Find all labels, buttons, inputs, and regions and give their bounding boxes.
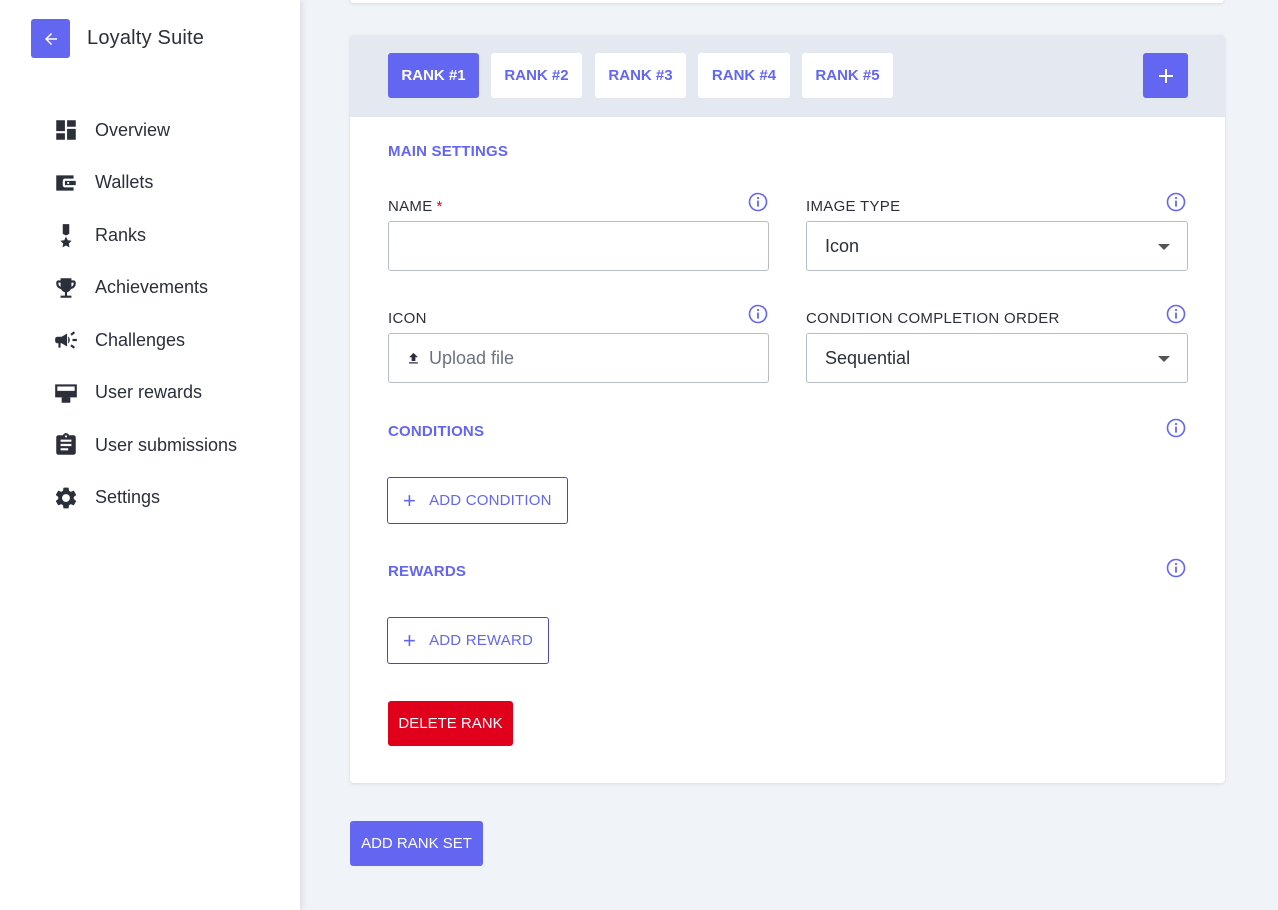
rank-set-card: RANK #1 RANK #2 RANK #3 RANK #4 RANK #5 … xyxy=(350,35,1225,783)
sidebar-item-settings[interactable]: Settings xyxy=(52,472,237,525)
card-giftcard-icon xyxy=(52,379,80,407)
sidebar-item-user-rewards[interactable]: User rewards xyxy=(52,367,237,420)
info-icon[interactable] xyxy=(1166,192,1186,212)
sidebar-item-wallets[interactable]: Wallets xyxy=(52,157,237,210)
delete-rank-button[interactable]: DELETE RANK xyxy=(388,701,513,746)
rewards-title: REWARDS xyxy=(388,563,467,580)
trophy-icon xyxy=(52,274,80,302)
upload-text: Upload file xyxy=(429,347,515,368)
sidebar-item-ranks[interactable]: Ranks xyxy=(52,209,237,262)
info-icon[interactable] xyxy=(748,304,768,324)
sidebar-item-label: Challenges xyxy=(95,329,186,350)
info-icon[interactable] xyxy=(1166,304,1186,324)
image-type-value: Icon xyxy=(825,235,860,256)
sidebar-item-label: Wallets xyxy=(95,172,154,193)
brand: Loyalty Suite xyxy=(31,19,204,58)
plus-icon: + xyxy=(403,487,417,513)
completion-order-select[interactable]: Sequential xyxy=(806,333,1188,383)
clipboard-icon xyxy=(52,431,80,459)
name-input[interactable] xyxy=(388,221,769,271)
medal-icon xyxy=(52,221,80,249)
tab-rank-5[interactable]: RANK #5 xyxy=(802,53,893,98)
add-reward-label: ADD REWARD xyxy=(429,632,534,649)
megaphone-icon xyxy=(52,326,80,354)
back-button[interactable] xyxy=(31,19,70,58)
main-settings-title: MAIN SETTINGS xyxy=(388,143,509,160)
conditions-title: CONDITIONS xyxy=(388,423,485,440)
info-icon[interactable] xyxy=(1166,418,1186,438)
name-label-text: NAME xyxy=(388,198,433,215)
dashboard-icon xyxy=(52,116,80,144)
sidebar-item-user-submissions[interactable]: User submissions xyxy=(52,419,237,472)
arrow-left-icon xyxy=(44,32,57,45)
sidebar-item-challenges[interactable]: Challenges xyxy=(52,314,237,367)
tab-rank-2[interactable]: RANK #2 xyxy=(491,53,582,98)
plus-icon: + xyxy=(403,627,417,653)
plus-icon xyxy=(1158,68,1173,83)
wallet-icon xyxy=(52,169,80,197)
icon-label: ICON xyxy=(388,310,427,327)
rank-tab-bar: RANK #1 RANK #2 RANK #3 RANK #4 RANK #5 xyxy=(350,35,1225,117)
add-reward-button[interactable]: + ADD REWARD xyxy=(387,617,550,664)
sidebar-item-label: Achievements xyxy=(95,277,209,298)
add-condition-button[interactable]: + ADD CONDITION xyxy=(387,477,568,524)
sidebar-item-label: User submissions xyxy=(95,434,238,455)
info-icon[interactable] xyxy=(1166,558,1186,578)
add-rank-tab-button[interactable] xyxy=(1143,53,1188,98)
required-mark: * xyxy=(436,198,443,215)
add-rank-set-button[interactable]: ADD RANK SET xyxy=(350,821,483,866)
tab-rank-1[interactable]: RANK #1 xyxy=(388,53,479,98)
sidebar-item-label: Settings xyxy=(95,487,161,508)
completion-order-label: CONDITION COMPLETION ORDER xyxy=(806,310,1060,327)
tab-rank-4[interactable]: RANK #4 xyxy=(698,53,790,98)
add-condition-label: ADD CONDITION xyxy=(429,492,552,509)
sidebar-item-label: User rewards xyxy=(95,382,203,403)
sidebar-item-label: Ranks xyxy=(95,224,147,245)
completion-order-value: Sequential xyxy=(825,347,911,368)
previous-card xyxy=(350,0,1224,3)
app-title: Loyalty Suite xyxy=(87,27,205,49)
image-type-select[interactable]: Icon xyxy=(806,221,1188,271)
image-type-label: IMAGE TYPE xyxy=(806,198,901,215)
icon-upload-field[interactable]: Upload file xyxy=(388,333,769,383)
dropdown-caret-icon xyxy=(1158,244,1170,250)
dropdown-caret-icon xyxy=(1158,356,1170,362)
gear-icon xyxy=(52,484,80,512)
name-label: NAME * xyxy=(388,198,443,215)
upload-icon xyxy=(409,352,418,363)
sidebar: Loyalty Suite Overview Wallets Ranks Ach… xyxy=(0,0,300,910)
sidebar-item-label: Overview xyxy=(95,119,171,140)
info-icon[interactable] xyxy=(748,192,768,212)
sidebar-item-achievements[interactable]: Achievements xyxy=(52,262,237,315)
tab-rank-3[interactable]: RANK #3 xyxy=(595,53,686,98)
sidebar-item-overview[interactable]: Overview xyxy=(52,104,237,157)
sidebar-nav: Overview Wallets Ranks Achievements Chal… xyxy=(52,104,237,524)
